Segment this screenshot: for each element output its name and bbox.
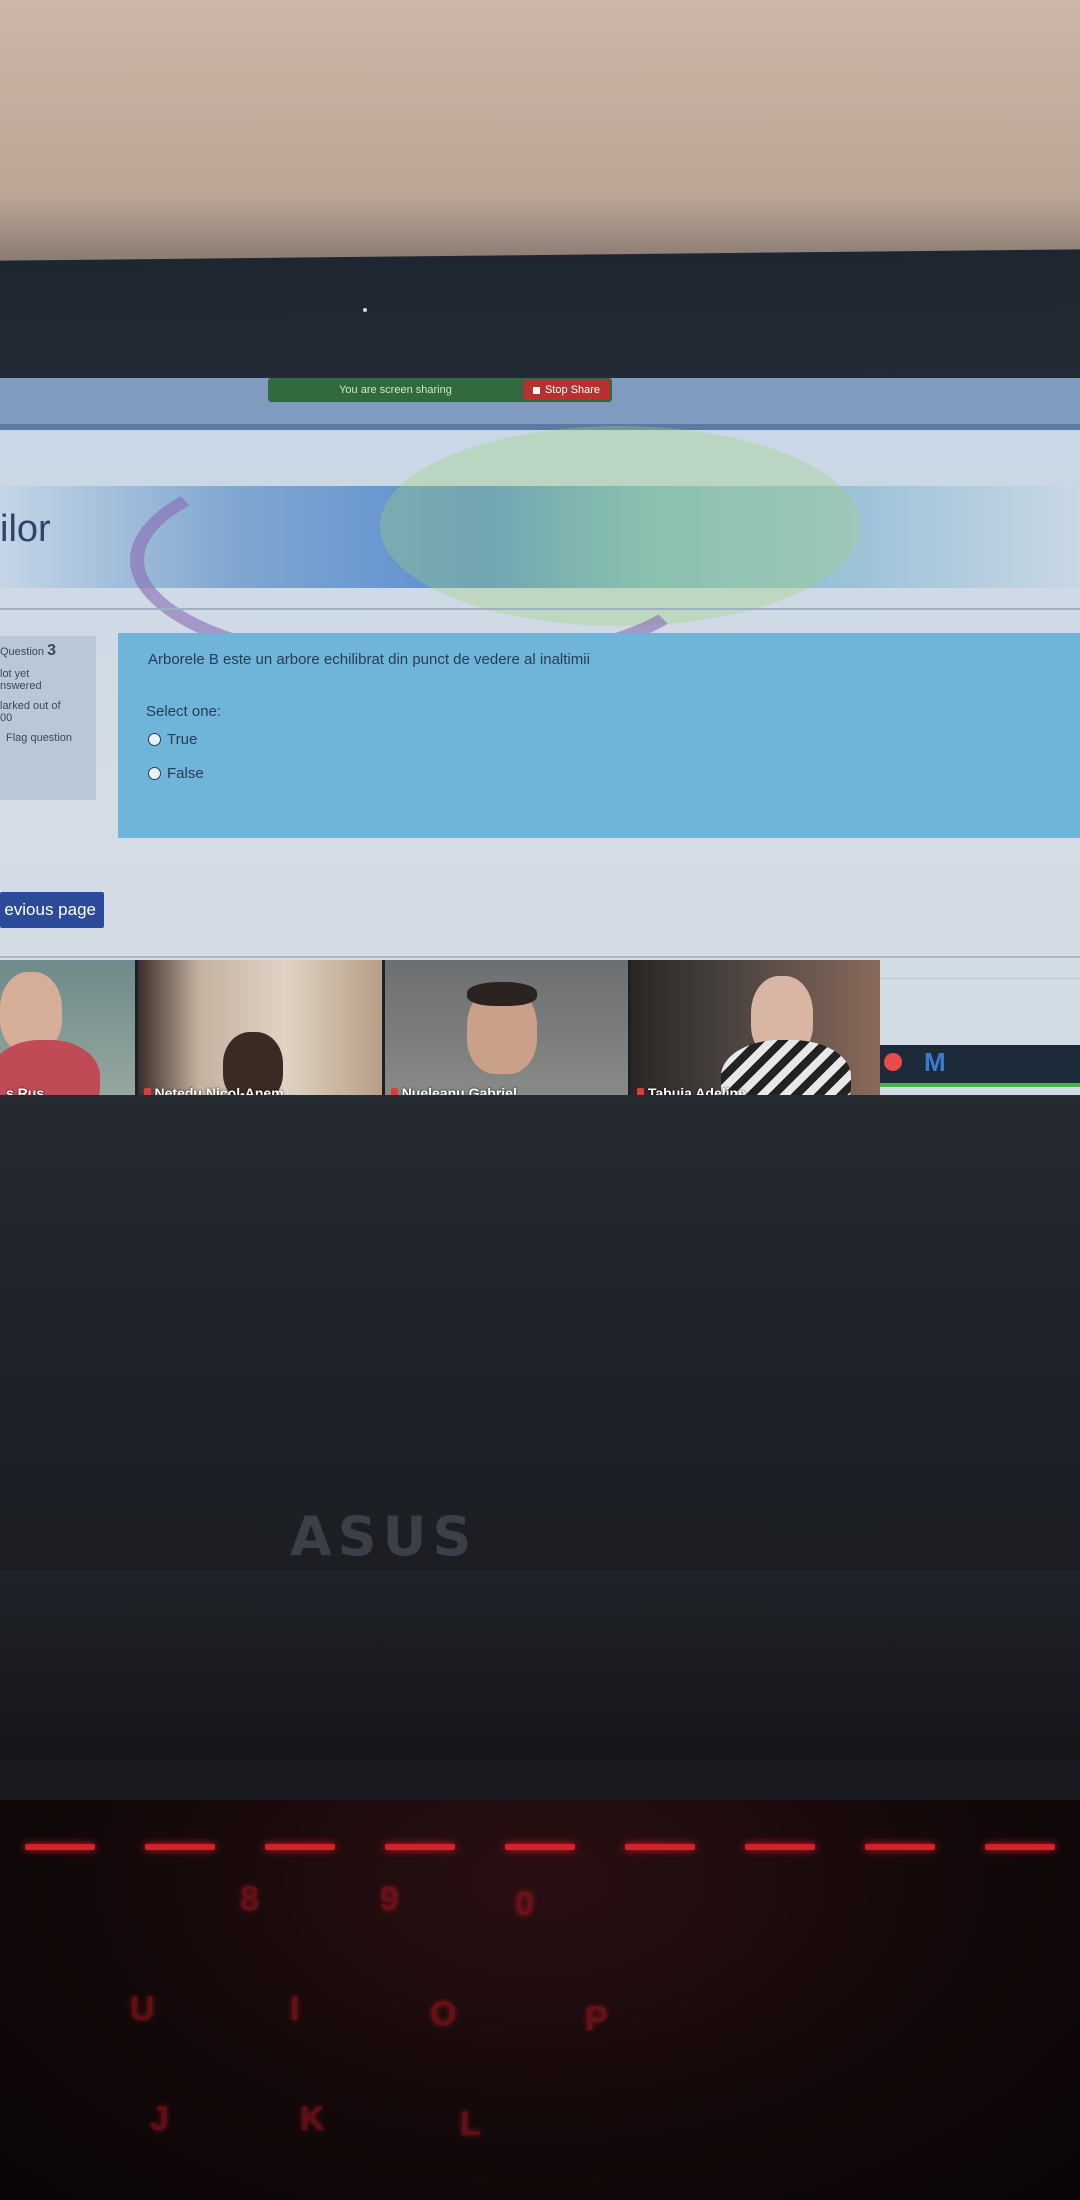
stop-icon — [532, 386, 540, 394]
select-prompt: Select one: — [146, 703, 222, 720]
taskbar-indicator — [880, 1083, 1080, 1087]
app-m-icon[interactable]: M — [924, 1047, 946, 1078]
key-icon: U — [130, 1990, 155, 2028]
participant-tile[interactable]: Netedu Nicol-Anem... — [137, 960, 385, 1105]
asus-logo: ASUS — [290, 1505, 478, 1568]
laptop-hinge — [0, 1570, 1080, 1760]
webcam-icon — [363, 308, 367, 312]
key-icon: 9 — [380, 1880, 399, 1918]
question-label: Question — [0, 646, 45, 658]
course-banner: ilor — [0, 426, 1080, 674]
participant-tile[interactable]: s Rus — [0, 960, 138, 1105]
browser-top-bar: You are screen sharing Stop Share — [0, 378, 1080, 424]
option-true[interactable]: True — [148, 731, 197, 748]
option-true-label: True — [167, 731, 198, 748]
radio-false[interactable] — [148, 767, 161, 780]
option-false[interactable]: False — [148, 765, 204, 782]
zoom-participant-gallery: s Rus Netedu Nicol-Anem... Nueleanu Gabr… — [0, 960, 880, 1105]
question-info-panel: Question 3 lot yet nswered larked out of 0… — [0, 636, 96, 800]
keyboard: 8 9 0 U I O P J K L — [0, 1800, 1080, 2200]
browser-divider — [0, 424, 1080, 430]
question-number: 3 — [47, 642, 56, 659]
divider — [0, 608, 1080, 610]
previous-page-button[interactable]: evious page — [0, 892, 104, 928]
divider — [0, 956, 1080, 958]
participant-tile[interactable]: Nueleanu Gabriel — [384, 960, 631, 1105]
chrome-icon[interactable] — [884, 1053, 902, 1071]
key-icon: O — [430, 1995, 457, 2033]
keyboard-backlight-row — [0, 1840, 1080, 1854]
participant-video — [466, 982, 537, 1006]
key-icon: 8 — [240, 1880, 259, 1918]
key-icon: J — [150, 2100, 169, 2138]
key-icon: P — [585, 2000, 608, 2038]
windows-taskbar: M — [880, 1045, 1080, 1087]
question-status: lot yet nswered — [0, 668, 42, 692]
radio-true[interactable] — [148, 733, 161, 746]
zoom-share-bar: You are screen sharing Stop Share — [268, 378, 612, 402]
key-icon: L — [460, 2105, 481, 2143]
course-title: ilor — [0, 508, 51, 550]
stop-share-label: Stop Share — [544, 384, 600, 396]
question-text: Arborele B este un arbore echilibrat din… — [148, 651, 590, 668]
participant-tile[interactable]: Tabuia Adeline — [630, 960, 880, 1105]
wall-background — [0, 0, 1080, 280]
question-marks: larked out of 00 — [0, 700, 61, 724]
key-icon: K — [300, 2100, 325, 2138]
stop-share-button[interactable]: Stop Share — [522, 380, 610, 400]
option-false-label: False — [167, 765, 204, 782]
screen-share-notice: You are screen sharing — [339, 384, 452, 396]
laptop-bezel — [0, 249, 1080, 391]
flag-question-link[interactable]: Flag question — [0, 732, 96, 744]
key-icon: I — [290, 1990, 300, 2028]
question-box: Arborele B este un arbore echilibrat din… — [118, 633, 1080, 838]
key-icon: 0 — [515, 1885, 534, 1923]
